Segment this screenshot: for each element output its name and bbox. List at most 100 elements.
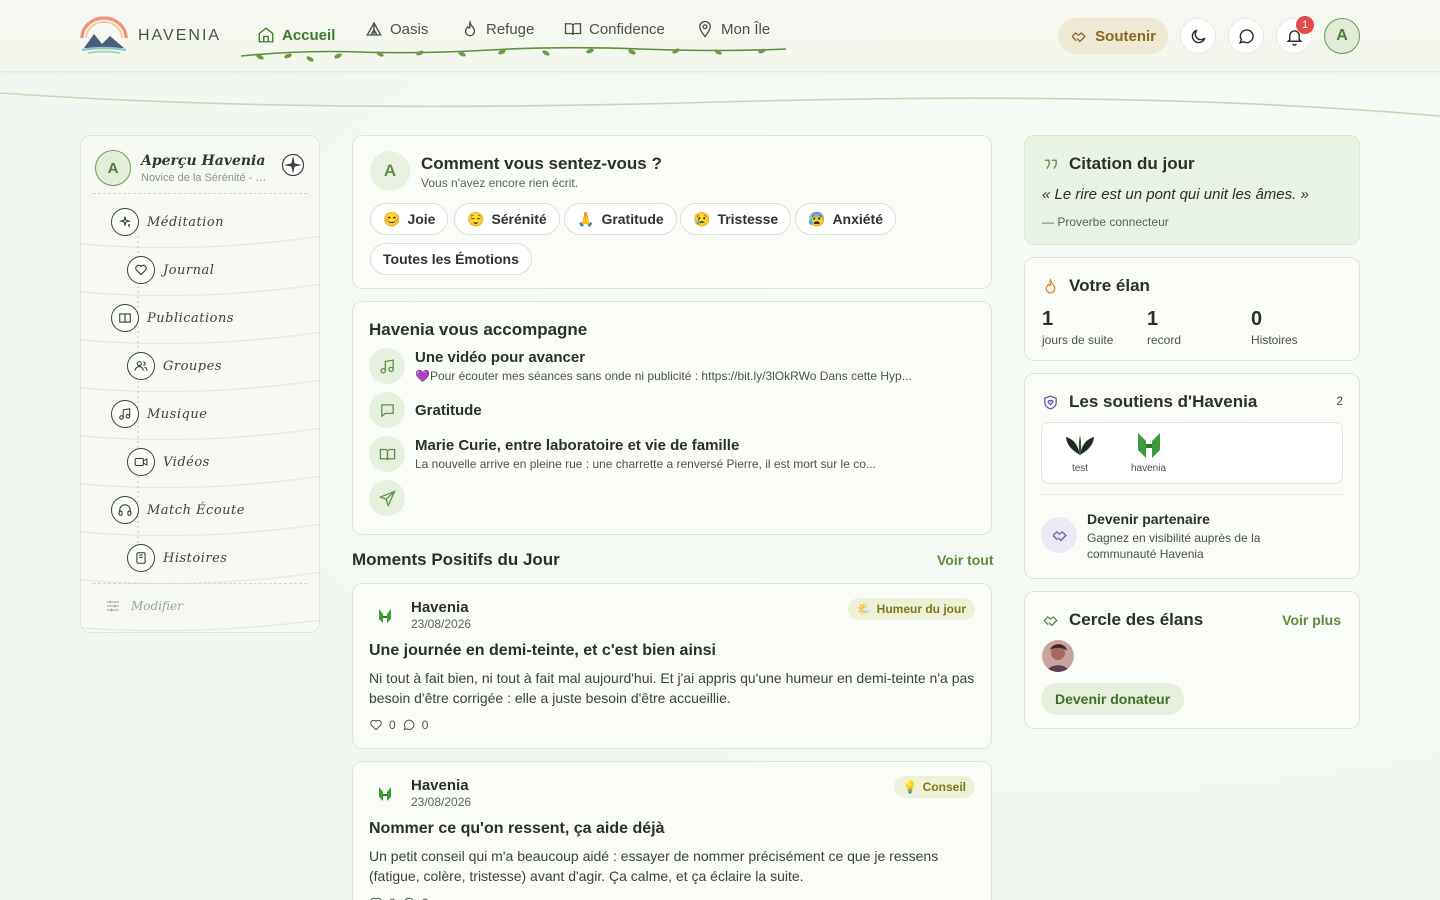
sidebar-icon-wrap	[127, 256, 155, 284]
accompany-item-send[interactable]	[369, 480, 405, 516]
sidebar-divider	[93, 583, 307, 584]
heart-icon	[135, 264, 147, 276]
nav-label: Mon Île	[721, 20, 771, 38]
mood-title: Comment vous sentez-vous ?	[421, 154, 662, 173]
sidebar-item-histoires[interactable]: Histoires	[127, 544, 227, 572]
havenia-logo-icon	[379, 609, 391, 623]
flame-icon	[1045, 277, 1056, 294]
nav-tab-oasis[interactable]: Oasis	[365, 20, 428, 38]
messages-button[interactable]	[1228, 18, 1264, 54]
sidebar-icon-wrap	[127, 352, 155, 380]
sidebar-icon-wrap	[111, 304, 139, 332]
users-icon	[134, 361, 148, 371]
quote-author: — Proverbe connecteur	[1042, 215, 1169, 229]
sidebar-icon-wrap	[127, 544, 155, 572]
accompany-item-story[interactable]: Marie Curie, entre laboratoire et vie de…	[369, 436, 955, 472]
sidebar-item-meditation[interactable]: Méditation	[111, 208, 224, 236]
sidebar-item-match-ecoute[interactable]: Match Écoute	[111, 496, 245, 524]
emotion-chip-joie[interactable]: 😊 Joie	[370, 203, 449, 235]
sponsor-list: test havenia	[1041, 422, 1343, 484]
chip-label: Tristesse	[717, 211, 779, 227]
accompany-item-gratitude[interactable]: Gratitude	[369, 392, 482, 428]
comment-icon[interactable]	[402, 896, 416, 900]
theme-toggle-button[interactable]	[1180, 18, 1216, 54]
support-button[interactable]: Soutenir	[1058, 18, 1168, 54]
emotion-chip-anxiete[interactable]: 😰 Anxiété	[795, 203, 897, 235]
post-author: Havenia	[411, 777, 469, 794]
nav-vine-decoration	[240, 46, 787, 62]
emotion-chip-serenite[interactable]: 😌 Sérénité	[454, 203, 560, 235]
sidebar-item-groupes[interactable]: Groupes	[127, 352, 222, 380]
handshake-icon	[1052, 530, 1067, 541]
sidebar-avatar: A	[95, 150, 131, 186]
map-pin-icon	[699, 20, 711, 38]
quote-card: Citation du jour « Le rire est un pont q…	[1024, 135, 1360, 245]
sidebar-item-label: Musique	[147, 406, 208, 422]
accompany-icon-wrap	[369, 392, 405, 428]
sidebar-level: Novice de la Sérénité - Niveau 1	[141, 171, 269, 184]
video-icon	[134, 457, 148, 467]
sidebar-item-label: Vidéos	[163, 454, 210, 470]
post-card[interactable]: Havenia 23/08/2026 🌤️ Humeur du jour Une…	[352, 583, 992, 749]
notifications-button[interactable]: 1	[1276, 16, 1314, 54]
overview-sidebar: A Aperçu Havenia Novice de la Sérénité -…	[80, 135, 320, 633]
circle-see-more-link[interactable]: Voir plus	[1282, 612, 1341, 628]
like-count: 0	[389, 896, 396, 900]
heart-icon[interactable]	[369, 718, 383, 732]
compass-icon[interactable]	[281, 153, 305, 177]
sidebar-item-videos[interactable]: Vidéos	[127, 448, 210, 476]
comment-icon[interactable]	[402, 718, 416, 732]
sidebar-item-label: Journal	[163, 262, 215, 278]
stat-value: 1	[1042, 308, 1054, 330]
sidebar-profile[interactable]: A Aperçu Havenia Novice de la Sérénité -…	[95, 146, 307, 190]
mood-avatar: A	[370, 151, 410, 191]
nav-tab-accueil[interactable]: Accueil	[257, 26, 335, 44]
sidebar-modify-button[interactable]: Modifier	[105, 598, 183, 614]
streak-stat-days: 1 jours de suite	[1042, 308, 1113, 347]
sponsor-name: havenia	[1131, 463, 1167, 474]
partner-icon-wrap[interactable]	[1041, 517, 1077, 553]
moments-see-all-link[interactable]: Voir tout	[937, 552, 994, 568]
sidebar-item-journal[interactable]: Journal	[127, 256, 214, 284]
sidebar-title: Aperçu Havenia	[141, 152, 266, 169]
quote-icon	[1044, 159, 1057, 169]
nav-tab-mon-ile[interactable]: Mon Île	[696, 20, 770, 38]
accompany-icon-wrap	[369, 348, 405, 384]
post-card[interactable]: Havenia 23/08/2026 💡 Conseil Nommer ce q…	[352, 761, 992, 900]
havenia-logo-icon	[1137, 433, 1160, 458]
circle-header: Cercle des élans	[1042, 610, 1203, 630]
sidebar-item-label: Méditation	[147, 214, 225, 230]
post-stats: 0 0	[369, 718, 428, 732]
sidebar-item-musique[interactable]: Musique	[111, 400, 207, 428]
streak-header: Votre élan	[1042, 276, 1150, 296]
post-date: 23/08/2026	[411, 795, 472, 809]
main-nav: Accueil Oasis Refuge Confidence Mon Île	[240, 14, 788, 62]
accompany-icon-wrap	[369, 480, 405, 516]
emotion-chip-tristesse[interactable]: 😢 Tristesse	[680, 203, 792, 235]
headphones-icon	[118, 504, 132, 516]
accompany-item-title: Marie Curie, entre laboratoire et vie de…	[415, 437, 740, 454]
comment-count: 0	[421, 718, 429, 732]
sponsor-item-havenia[interactable]: havenia	[1131, 431, 1166, 474]
nav-tab-refuge[interactable]: Refuge	[461, 20, 534, 38]
streak-stat-stories: 0 Histoires	[1251, 308, 1298, 347]
donor-avatar[interactable]	[1042, 640, 1074, 672]
quote-header: Citation du jour	[1042, 154, 1195, 174]
quote-text: « Le rire est un pont qui unit les âmes.…	[1042, 186, 1309, 203]
become-partner-title[interactable]: Devenir partenaire	[1087, 511, 1210, 527]
accompany-item-title: Une vidéo pour avancer	[415, 349, 586, 366]
post-stats: 0 0	[369, 896, 428, 900]
brand-logo[interactable]: HAVENIA	[80, 16, 221, 56]
user-avatar-button[interactable]: A	[1324, 18, 1360, 54]
sidebar-item-publications[interactable]: Publications	[111, 304, 234, 332]
circle-card: Cercle des élans Voir plus Devenir donat…	[1024, 591, 1360, 729]
sponsor-item-test[interactable]: test	[1064, 431, 1096, 474]
accompany-card: Havenia vous accompagne Une vidéo pour a…	[352, 301, 992, 535]
all-emotions-button[interactable]: Toutes les Émotions	[370, 243, 532, 275]
become-donor-button[interactable]: Devenir donateur	[1041, 683, 1185, 715]
emotion-chip-gratitude[interactable]: 🙏 Gratitude	[564, 203, 677, 235]
nav-tab-confidence[interactable]: Confidence	[564, 20, 665, 38]
accompany-item-video[interactable]: Une vidéo pour avancer 💜Pour écouter mes…	[369, 348, 955, 384]
sliders-icon	[107, 600, 119, 612]
heart-icon[interactable]	[369, 896, 383, 900]
